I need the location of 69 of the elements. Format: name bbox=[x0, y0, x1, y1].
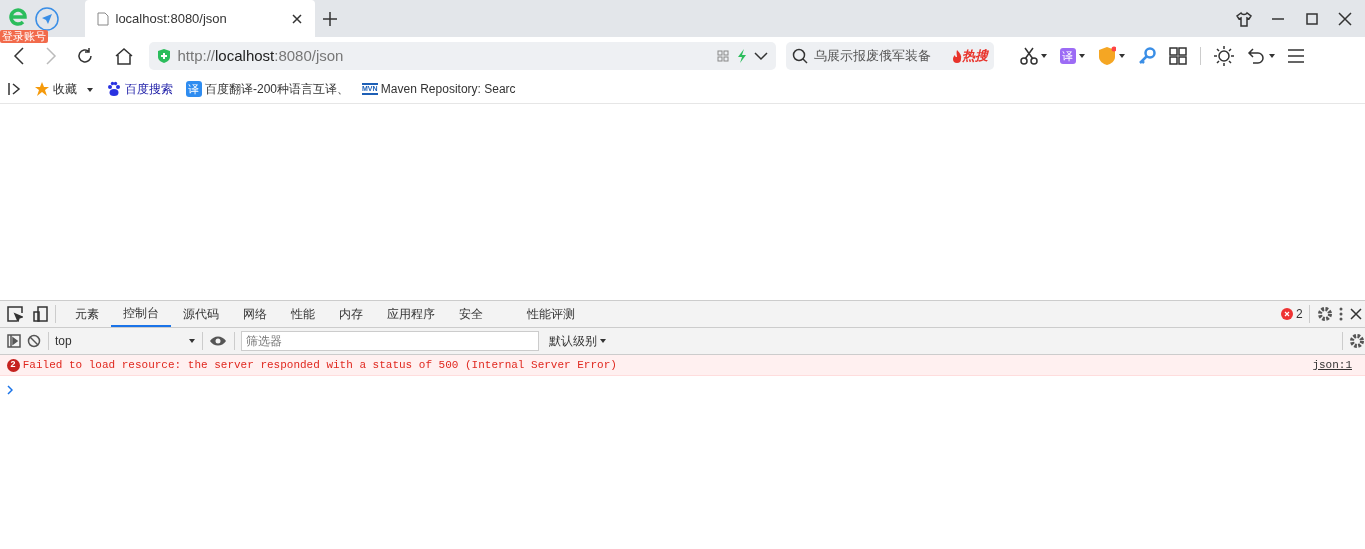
shirt-icon[interactable] bbox=[1235, 10, 1252, 27]
grid-icon[interactable] bbox=[1169, 47, 1188, 65]
sidebar-icon[interactable] bbox=[6, 334, 21, 348]
close-icon[interactable] bbox=[1349, 308, 1362, 320]
shield-icon bbox=[157, 48, 171, 64]
caret-icon bbox=[86, 87, 93, 92]
caret-icon bbox=[1079, 54, 1085, 58]
search-icon bbox=[791, 48, 808, 64]
caret-icon bbox=[189, 339, 195, 343]
devtools-tab[interactable]: 源代码 bbox=[170, 301, 231, 327]
search-field[interactable]: 乌展示报废俄军装备 热搜 bbox=[785, 42, 994, 70]
error-icon bbox=[1280, 308, 1293, 320]
error-counter[interactable]: 2 bbox=[1280, 305, 1303, 323]
devtools-tab[interactable]: 性能评测 bbox=[514, 301, 587, 327]
star-icon[interactable] bbox=[33, 81, 50, 97]
caret-icon bbox=[1268, 54, 1275, 58]
chevron-down-icon[interactable] bbox=[754, 51, 768, 61]
prompt-icon[interactable] bbox=[6, 384, 13, 395]
caret-icon bbox=[1119, 54, 1126, 58]
settings-icon[interactable] bbox=[1349, 333, 1365, 349]
new-tab-icon[interactable] bbox=[321, 10, 338, 27]
back-icon[interactable] bbox=[13, 47, 25, 65]
caret-icon bbox=[1040, 54, 1047, 58]
devtools-tab[interactable]: 网络 bbox=[230, 301, 279, 327]
tab-title: localhost:8080/json bbox=[115, 9, 228, 28]
translate-icon[interactable]: 译 bbox=[1059, 48, 1076, 64]
level-dropdown[interactable]: 默认级别 bbox=[548, 332, 606, 350]
devtools-tab[interactable]: 元素 bbox=[62, 301, 111, 327]
bookmark-link[interactable]: 收藏 bbox=[52, 80, 77, 98]
device-icon[interactable] bbox=[32, 306, 49, 322]
address-bar[interactable]: http://localhost:8080/json bbox=[149, 42, 776, 70]
close-icon[interactable] bbox=[291, 12, 303, 25]
eye-icon[interactable] bbox=[209, 335, 227, 347]
page-icon bbox=[97, 11, 109, 26]
maximize-icon[interactable] bbox=[1304, 11, 1319, 26]
navigation-icon[interactable] bbox=[35, 6, 59, 31]
key-icon[interactable] bbox=[1138, 47, 1157, 65]
browser-tab[interactable]: localhost:8080/json bbox=[85, 0, 315, 37]
clear-icon[interactable] bbox=[27, 334, 41, 348]
home-icon[interactable] bbox=[113, 47, 134, 65]
devtools-tab[interactable]: 性能 bbox=[278, 301, 327, 327]
sun-icon[interactable] bbox=[1214, 46, 1235, 66]
url-text: http://localhost:8080/json bbox=[177, 45, 345, 66]
paw-icon[interactable] bbox=[105, 81, 122, 97]
flame-icon bbox=[951, 49, 962, 63]
close-icon[interactable] bbox=[1338, 11, 1352, 26]
bookmark-link[interactable]: Maven Repository: Searc bbox=[380, 80, 516, 98]
devtools-tab[interactable]: 内存 bbox=[326, 301, 375, 327]
error-count-badge: 2 bbox=[6, 358, 20, 372]
undo-icon[interactable] bbox=[1247, 47, 1266, 65]
search-placeholder: 乌展示报废俄军装备 bbox=[814, 47, 932, 66]
source-link[interactable]: json:1 bbox=[1312, 356, 1352, 374]
caret-icon bbox=[600, 339, 606, 343]
sidebar-toggle-icon[interactable] bbox=[6, 82, 21, 96]
bookmark-link[interactable]: 百度搜索 bbox=[124, 80, 173, 98]
error-message: Failed to load resource: the server responded with a status of 500 (Internal Server Error) bbox=[22, 357, 618, 373]
more-icon[interactable] bbox=[1339, 307, 1344, 321]
scissors-icon[interactable] bbox=[1019, 47, 1038, 65]
menu-icon[interactable] bbox=[1287, 49, 1304, 63]
context-dropdown[interactable]: top bbox=[55, 332, 195, 350]
shield-icon[interactable] bbox=[1098, 46, 1116, 66]
reload-icon[interactable] bbox=[76, 47, 94, 65]
settings-icon[interactable] bbox=[1316, 306, 1333, 322]
devtools-tab[interactable]: 应用程序 bbox=[374, 301, 447, 327]
filter-field[interactable]: 筛选器 bbox=[241, 331, 539, 351]
inspect-icon[interactable] bbox=[6, 306, 23, 322]
devtools-tab[interactable]: 安全 bbox=[446, 301, 495, 327]
bookmark-link[interactable]: 百度翻译-200种语言互译、 bbox=[205, 80, 350, 98]
hot-search-link[interactable]: 热搜 bbox=[951, 46, 988, 66]
